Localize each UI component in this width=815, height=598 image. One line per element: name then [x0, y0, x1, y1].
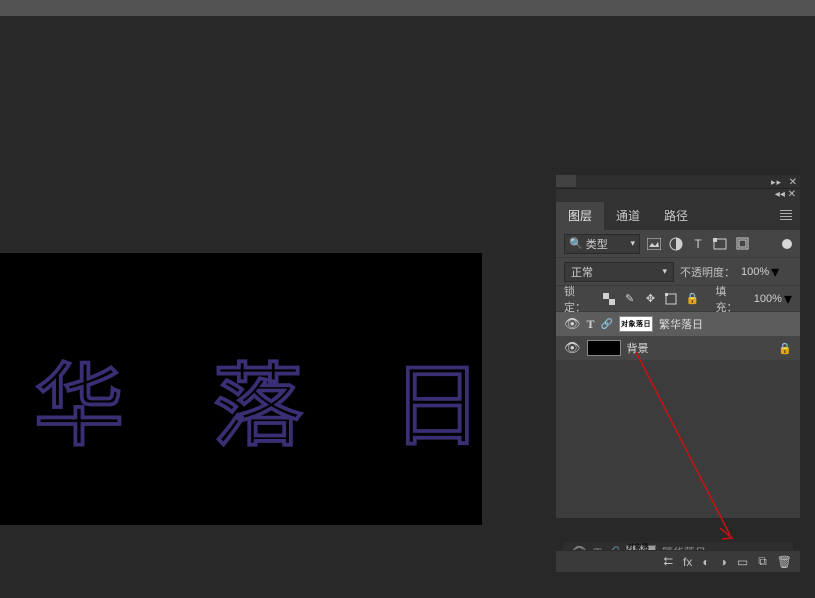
layer-thumbnail[interactable]: 对象落日 — [619, 316, 653, 332]
visibility-icon[interactable]: 👁 — [564, 340, 581, 356]
lock-paint-icon[interactable]: ✎ — [623, 291, 636, 307]
lock-artboard-icon[interactable] — [665, 291, 678, 307]
panel-dock-bar[interactable]: ▸▸ ✕ — [556, 175, 800, 189]
tab-layers[interactable]: 图层 — [556, 202, 604, 230]
panel-tabs: ◂◂ ✕ 图层 通道 路径 — [556, 202, 800, 230]
panel-top-icons[interactable]: ◂◂ ✕ — [775, 189, 796, 200]
app-window: 华 落 日 ▸▸ ✕ ◂◂ ✕ 图层 通道 路径 🔍 类型 ▾ — [0, 0, 815, 598]
layer-item-text[interactable]: 👁 T 🔗 对象落日 繁华落日 — [556, 312, 800, 336]
close-panel-icon[interactable]: ✕ — [789, 177, 797, 188]
chevron-down-icon: ▾ — [630, 238, 635, 249]
lock-transparent-icon[interactable] — [602, 291, 615, 307]
panel-menu-icon[interactable] — [780, 210, 792, 220]
layers-panel-footer: ⮄ fx ◐ ◑ ▭ ⧉ 🗑 — [556, 550, 800, 572]
layer-fx-icon[interactable]: fx — [683, 555, 692, 569]
filter-toggle-icon[interactable] — [782, 239, 792, 249]
filter-type-label: 类型 — [586, 236, 608, 252]
link-icon: 🔗 — [601, 319, 613, 330]
app-titlebar — [0, 0, 815, 16]
adjustment-layer-icon[interactable]: ◑ — [720, 555, 727, 569]
layers-panel-group: ▸▸ ✕ ◂◂ ✕ 图层 通道 路径 🔍 类型 ▾ T — [556, 175, 800, 518]
trash-icon[interactable]: 🗑 — [777, 555, 792, 569]
visibility-icon[interactable]: 👁 — [564, 316, 581, 332]
document-canvas[interactable]: 华 落 日 — [0, 253, 482, 525]
blend-mode-value: 正常 — [571, 264, 593, 280]
new-layer-icon[interactable]: ⧉ — [758, 554, 767, 569]
fill-label: 填充： — [715, 283, 745, 315]
filter-smart-icon[interactable] — [734, 236, 750, 252]
filter-type-icon[interactable]: T — [690, 236, 706, 252]
lock-position-icon[interactable]: ✥ — [644, 291, 657, 307]
collapse-panel-icon[interactable]: ▸▸ — [771, 177, 782, 188]
lock-label: 锁定： — [564, 283, 594, 315]
layer-name[interactable]: 背景 — [627, 340, 649, 356]
filter-type-select[interactable]: 🔍 类型 ▾ — [564, 234, 640, 254]
fill-value: 100% — [754, 293, 782, 305]
lock-row: 锁定： ✎ ✥ 🔒 填充： 100% ▾ — [556, 286, 800, 312]
background-lock-icon[interactable]: 🔒 — [778, 342, 792, 355]
filter-pixel-icon[interactable] — [646, 236, 662, 252]
layer-name[interactable]: 繁华落日 — [659, 316, 703, 332]
mini-tab[interactable] — [556, 175, 576, 187]
opacity-value: 100% — [741, 266, 769, 278]
type-layer-icon: T — [587, 317, 595, 332]
blend-mode-select[interactable]: 正常 ▾ — [564, 262, 674, 282]
layer-group-icon[interactable]: ▭ — [737, 555, 748, 569]
chevron-down-icon: ▾ — [784, 289, 792, 309]
layers-panel: ◂◂ ✕ 图层 通道 路径 🔍 类型 ▾ T — [556, 202, 800, 518]
lock-all-icon[interactable]: 🔒 — [686, 291, 700, 307]
chevron-down-icon: ▾ — [601, 266, 667, 277]
tab-paths[interactable]: 路径 — [652, 202, 700, 230]
fill-input[interactable]: 100% ▾ — [754, 289, 792, 309]
opacity-label: 不透明度： — [680, 264, 735, 280]
chevron-down-icon: ▾ — [771, 262, 779, 282]
link-layers-icon[interactable]: ⮄ — [663, 554, 673, 569]
layer-mask-icon[interactable]: ◐ — [702, 555, 709, 569]
canvas-text-layer[interactable]: 华 落 日 — [34, 333, 482, 463]
search-icon: 🔍 — [569, 237, 583, 250]
panel-dock-gap — [556, 189, 800, 202]
layer-thumbnail[interactable] — [587, 340, 621, 356]
filter-shape-icon[interactable] — [712, 236, 728, 252]
layer-item-background[interactable]: 👁 背景 🔒 — [556, 336, 800, 360]
layer-filter-row: 🔍 类型 ▾ T — [556, 230, 800, 258]
opacity-input[interactable]: 100% ▾ — [741, 262, 779, 282]
layers-list: 👁 T 🔗 对象落日 繁华落日 👁 背景 🔒 — [556, 312, 800, 518]
tab-channels[interactable]: 通道 — [604, 202, 652, 230]
filter-adjust-icon[interactable] — [668, 236, 684, 252]
layers-empty-area[interactable] — [556, 360, 800, 518]
